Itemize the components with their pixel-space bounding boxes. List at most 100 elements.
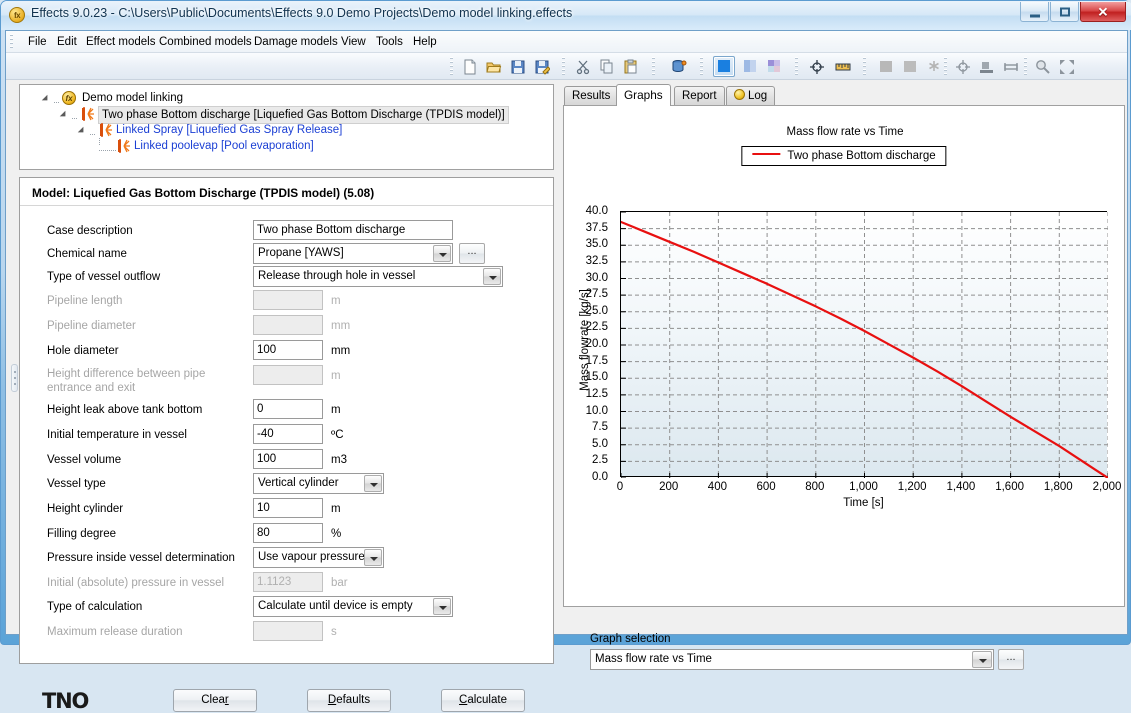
y-tick-label: 2.5 <box>592 454 608 467</box>
menu-help[interactable]: Help <box>409 34 441 50</box>
single-pane-button[interactable] <box>713 56 735 77</box>
crosshair-target-button[interactable] <box>806 56 828 77</box>
save-button[interactable] <box>507 56 529 77</box>
asterisk-button <box>923 56 945 77</box>
y-tick-label: 32.5 <box>585 254 608 267</box>
combo-vessel-type[interactable]: Vertical cylinder <box>253 473 384 494</box>
menu-damage-models[interactable]: Damage models <box>250 34 342 50</box>
graph-selection-browse-button[interactable]: ... <box>998 649 1024 670</box>
toolbar-grip-1[interactable] <box>450 57 453 76</box>
tab-report[interactable]: Report <box>674 86 725 106</box>
input-hole-diameter[interactable]: 100 <box>253 340 323 360</box>
y-tick-label: 30.0 <box>585 271 608 284</box>
combo-value: Mass flow rate vs Time <box>595 653 712 665</box>
combo-chemical-name[interactable]: Propane [YAWS] <box>253 243 453 264</box>
maximize-button[interactable] <box>1050 2 1079 22</box>
combo-type-of-calculation[interactable]: Calculate until device is empty <box>253 596 453 617</box>
combo-value: Release through hole in vessel <box>258 270 416 282</box>
toolbar-grip-8[interactable] <box>1024 57 1027 76</box>
chevron-down-icon[interactable] <box>972 651 992 668</box>
chevron-down-icon[interactable] <box>483 268 501 285</box>
tab-strip: Results Graphs Report Log <box>563 84 1125 106</box>
crosshair-target-icon <box>810 60 824 74</box>
pane-splitter[interactable] <box>11 364 18 392</box>
toolbar-grip-5[interactable] <box>795 57 798 76</box>
menu-tools[interactable]: Tools <box>372 34 407 50</box>
x-tick-label: 1,400 <box>946 481 976 493</box>
input-initial-temperature[interactable]: -40 <box>253 424 323 444</box>
chevron-down-icon[interactable] <box>433 598 451 615</box>
expander-arrow-icon[interactable] <box>59 110 69 120</box>
defaults-button[interactable]: Defaults <box>307 689 391 712</box>
toolbar-grip-4[interactable] <box>700 57 703 76</box>
menu-grip[interactable] <box>10 34 13 50</box>
ruler-measure-button[interactable] <box>832 56 854 77</box>
graph-selection-combo[interactable]: Mass flow rate vs Time <box>590 649 994 670</box>
tree-connector <box>90 134 96 135</box>
fit-to-screen-button[interactable] <box>1056 56 1078 77</box>
paste-button[interactable] <box>620 56 642 77</box>
toolbar-grip-7[interactable] <box>944 57 947 76</box>
align-bottom-button[interactable] <box>976 56 998 77</box>
model-tree[interactable]: fx Demo model linking Two phase Bottom d… <box>19 84 554 170</box>
x-axis-label: Time [s] <box>843 497 884 509</box>
client-area: File Edit Effect models Combined models … <box>5 30 1128 713</box>
calculate-button[interactable]: Calculate <box>441 689 525 712</box>
menu-view[interactable]: View <box>337 34 370 50</box>
input-height-cylinder[interactable]: 10 <box>253 498 323 518</box>
tno-logo: TNO <box>42 689 89 713</box>
plot-area[interactable] <box>620 211 1108 478</box>
cut-button[interactable] <box>572 56 594 77</box>
four-pane-icon <box>768 60 780 72</box>
y-tick-label: 37.5 <box>585 221 608 234</box>
menu-effect-models[interactable]: Effect models <box>82 34 159 50</box>
input-filling-degree[interactable]: 80 <box>253 523 323 543</box>
chevron-down-icon[interactable] <box>364 475 382 492</box>
distribute-horizontal-button[interactable] <box>1000 56 1022 77</box>
label-pipeline-length: Pipeline length <box>47 295 123 307</box>
chevron-down-icon[interactable] <box>433 245 451 262</box>
center-target-icon <box>956 60 970 74</box>
menu-file[interactable]: File <box>24 34 51 50</box>
menu-edit[interactable]: Edit <box>53 34 81 50</box>
tab-graphs[interactable]: Graphs <box>616 84 671 106</box>
save-as-button[interactable] <box>531 56 553 77</box>
toolbar-grip-6[interactable] <box>863 57 866 76</box>
open-folder-button[interactable] <box>483 56 505 77</box>
input-vessel-volume[interactable]: 100 <box>253 449 323 469</box>
menu-bar: File Edit Effect models Combined models … <box>6 31 1127 53</box>
database-button[interactable] <box>668 56 690 77</box>
tab-log[interactable]: Log <box>726 86 776 106</box>
close-button[interactable]: ✕ <box>1080 2 1126 22</box>
unit-height-cylinder: m <box>331 503 341 515</box>
y-tick-label: 22.5 <box>585 321 608 334</box>
x-tick-label: 0 <box>616 481 624 493</box>
center-target-button[interactable] <box>952 56 974 77</box>
browse-chemical-button[interactable]: ... <box>459 243 485 264</box>
new-document-button[interactable] <box>459 56 481 77</box>
zoom-select-button[interactable] <box>1032 56 1054 77</box>
unit-max-release-duration: s <box>331 626 337 638</box>
toolbar-grip-3[interactable] <box>652 57 655 76</box>
menu-combined-models[interactable]: Combined models <box>155 34 256 50</box>
combo-pressure-determination[interactable]: Use vapour pressure <box>253 547 384 568</box>
toolbar-grip-2[interactable] <box>562 57 565 76</box>
input-pipeline-length <box>253 290 323 310</box>
label-hole-diameter: Hole diameter <box>47 345 119 357</box>
input-case-description[interactable]: Two phase Bottom discharge <box>253 220 453 240</box>
expander-arrow-icon[interactable] <box>41 94 51 104</box>
open-folder-icon <box>486 62 502 73</box>
combo-vessel-outflow[interactable]: Release through hole in vessel <box>253 266 503 287</box>
input-height-leak[interactable]: 0 <box>253 399 323 419</box>
chevron-down-icon[interactable] <box>364 549 382 566</box>
distribute-horizontal-icon <box>1004 63 1018 71</box>
minimize-button[interactable] <box>1020 2 1049 22</box>
two-pane-button[interactable] <box>739 56 761 77</box>
four-pane-button[interactable] <box>763 56 785 77</box>
expander-arrow-icon[interactable] <box>77 126 87 136</box>
clear-button[interactable]: Clear <box>173 689 257 712</box>
copy-button[interactable] <box>596 56 618 77</box>
y-tick-label: 20.0 <box>585 338 608 350</box>
panel-divider <box>20 205 553 206</box>
tab-results[interactable]: Results <box>564 86 619 106</box>
